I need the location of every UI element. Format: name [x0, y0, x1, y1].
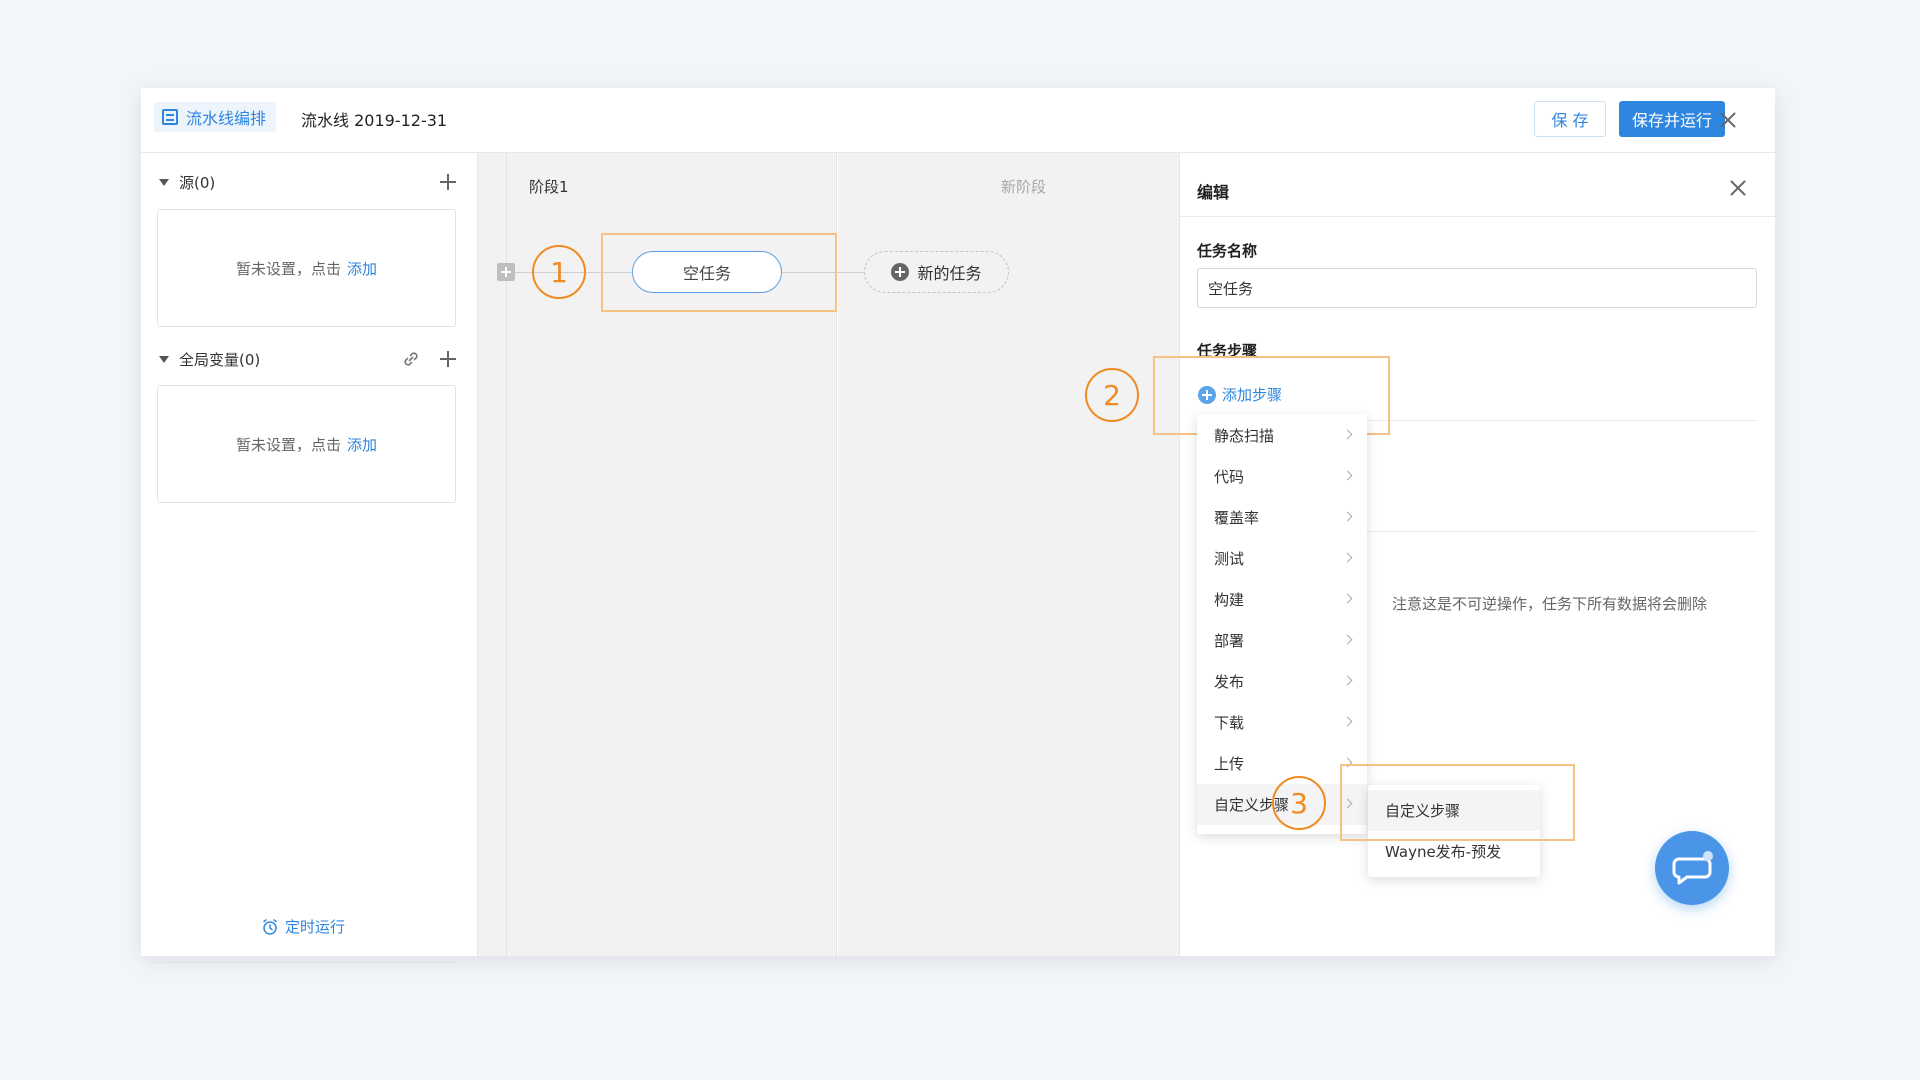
chat-icon — [1672, 851, 1713, 885]
menu-item-code[interactable]: 代码 — [1197, 456, 1367, 497]
sources-empty-box: 暂未设置，点击 添加 — [157, 209, 456, 327]
new-task-label: 新的任务 — [917, 264, 982, 283]
globals-title: 全局变量(0) — [179, 350, 261, 369]
pipeline-orchestration-tab[interactable]: 流水线编排 — [154, 102, 277, 132]
chevron-right-icon — [1342, 716, 1353, 727]
sidebar-footer-divider — [151, 962, 458, 963]
chevron-right-icon — [1342, 593, 1353, 604]
menu-item-label: 上传 — [1214, 755, 1245, 773]
sources-add-link[interactable]: 添加 — [347, 258, 377, 279]
globals-section-header[interactable]: 全局变量(0) — [159, 347, 260, 371]
chevron-right-icon — [1342, 470, 1353, 481]
left-sidebar: 源(0) 暂未设置，点击 添加 全局变量(0) 暂未设置，点击 添加 定时运行 — [141, 153, 478, 963]
menu-item-label: 测试 — [1214, 550, 1245, 568]
scheduled-run-label: 定时运行 — [285, 918, 346, 936]
menu-item-label: 覆盖率 — [1214, 509, 1260, 527]
new-task-button[interactable]: 新的任务 — [864, 251, 1009, 293]
annotation-box-3 — [1340, 764, 1575, 841]
chevron-right-icon — [1342, 552, 1353, 563]
chat-support-button[interactable] — [1655, 831, 1729, 905]
menu-item-label: 代码 — [1214, 468, 1245, 486]
add-global-variable-plus-icon[interactable] — [440, 351, 456, 367]
task-name-label: 任务名称 — [1197, 242, 1258, 260]
sources-empty-text: 暂未设置，点击 — [235, 259, 341, 278]
panel-close-icon[interactable] — [1729, 179, 1747, 197]
menu-item-test[interactable]: 测试 — [1197, 538, 1367, 579]
menu-item-static-scan[interactable]: 静态扫描 — [1197, 415, 1367, 456]
caret-down-icon — [159, 355, 169, 363]
pipeline-title: 流水线 2019-12-31 — [301, 111, 448, 130]
stage-1-title[interactable]: 阶段1 — [529, 176, 569, 197]
editor-header: 流水线编排 流水线 2019-12-31 保 存 保存并运行 — [141, 88, 1775, 153]
menu-item-build[interactable]: 构建 — [1197, 579, 1367, 620]
globals-empty-box: 暂未设置，点击 添加 — [157, 385, 456, 503]
caret-down-icon — [159, 178, 169, 186]
menu-item-label: 下载 — [1214, 714, 1245, 732]
pipeline-orchestration-label: 流水线编排 — [186, 109, 267, 128]
annotation-box-1 — [601, 233, 837, 312]
annotation-marker-2: 2 — [1085, 368, 1139, 422]
menu-item-deploy[interactable]: 部署 — [1197, 620, 1367, 661]
edit-panel-title: 编辑 — [1197, 183, 1230, 202]
save-and-run-button[interactable]: 保存并运行 — [1619, 101, 1725, 137]
save-button[interactable]: 保 存 — [1534, 101, 1606, 137]
chevron-right-icon — [1342, 511, 1353, 522]
menu-item-label: 发布 — [1214, 673, 1245, 691]
menu-item-label: 部署 — [1214, 632, 1245, 650]
menu-item-release[interactable]: 发布 — [1197, 661, 1367, 702]
circle-plus-icon — [891, 263, 910, 281]
panel-divider — [1180, 216, 1775, 217]
close-icon[interactable] — [1719, 111, 1737, 129]
chevron-right-icon — [1342, 429, 1353, 440]
task-name-input[interactable] — [1197, 268, 1757, 308]
menu-item-download[interactable]: 下载 — [1197, 702, 1367, 743]
globals-empty-text: 暂未设置，点击 — [235, 435, 341, 454]
add-source-plus-icon[interactable] — [440, 174, 456, 190]
chevron-right-icon — [1342, 675, 1353, 686]
add-stage-plus-icon[interactable] — [497, 263, 515, 281]
annotation-marker-1: 1 — [532, 245, 586, 299]
menu-item-label: 静态扫描 — [1214, 427, 1275, 445]
new-stage-title[interactable]: 新阶段 — [1001, 176, 1046, 197]
link-icon[interactable] — [401, 349, 421, 369]
sources-section-header[interactable]: 源(0) — [159, 170, 215, 194]
sources-title: 源(0) — [179, 173, 216, 192]
pipeline-icon — [162, 109, 178, 125]
globals-add-link[interactable]: 添加 — [347, 434, 377, 455]
submenu-item-label: Wayne发布-预发 — [1385, 843, 1502, 861]
alarm-clock-icon — [263, 918, 277, 935]
menu-item-label: 构建 — [1214, 591, 1245, 609]
menu-item-coverage[interactable]: 覆盖率 — [1197, 497, 1367, 538]
scheduled-run-button[interactable]: 定时运行 — [261, 916, 345, 937]
annotation-marker-3: 3 — [1272, 776, 1326, 830]
delete-warning-text: 注意这是不可逆操作，任务下所有数据将会删除 — [1392, 595, 1708, 613]
chevron-right-icon — [1342, 634, 1353, 645]
